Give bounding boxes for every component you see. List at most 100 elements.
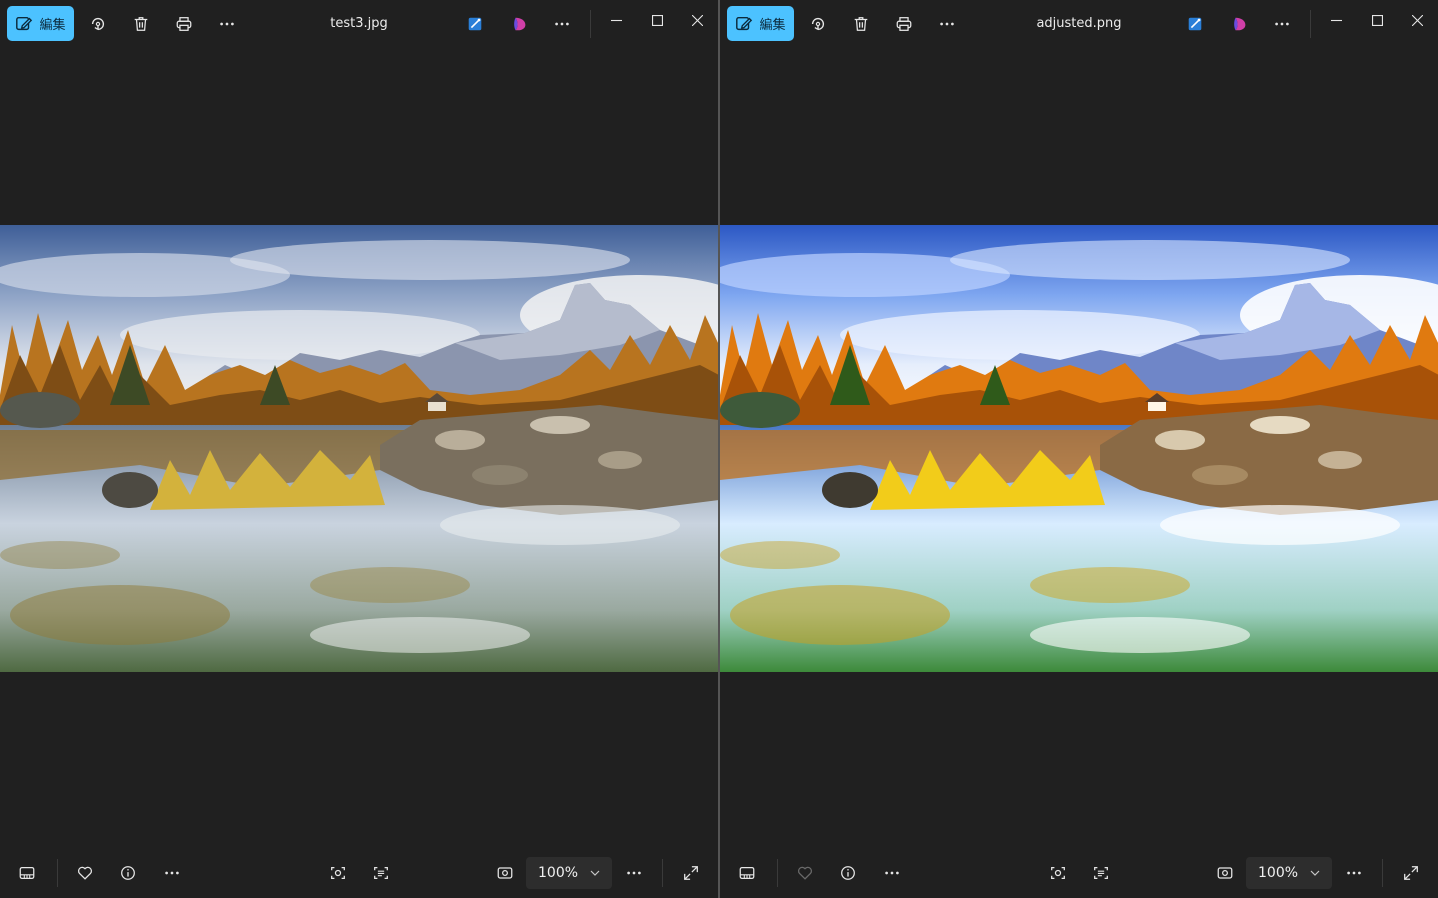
rotate-icon bbox=[811, 17, 825, 31]
chevron-down-icon bbox=[590, 870, 600, 876]
landscape-photo-adjusted bbox=[720, 225, 1438, 672]
extract-text-button[interactable] bbox=[364, 857, 398, 889]
more-icon bbox=[1347, 871, 1361, 875]
favorite-button[interactable] bbox=[68, 857, 102, 889]
visual-search-button[interactable] bbox=[1041, 857, 1075, 889]
print-icon bbox=[896, 17, 912, 31]
more-icon bbox=[1275, 22, 1289, 26]
bottom-more-button[interactable] bbox=[875, 857, 909, 889]
more-icon bbox=[165, 871, 179, 875]
window-title: test3.jpg bbox=[330, 16, 388, 31]
copilot-button[interactable] bbox=[503, 8, 537, 40]
close-icon bbox=[1411, 14, 1423, 26]
filmstrip-icon bbox=[739, 866, 755, 880]
zoom-value: 100% bbox=[538, 865, 579, 881]
fullscreen-button[interactable] bbox=[1394, 857, 1428, 889]
filmstrip-icon bbox=[19, 866, 35, 880]
print-icon bbox=[176, 17, 192, 31]
actual-size-button[interactable] bbox=[488, 857, 522, 889]
delete-button[interactable] bbox=[844, 8, 878, 40]
rotate-icon bbox=[91, 17, 105, 31]
zoom-dropdown[interactable]: 100% bbox=[526, 857, 612, 889]
edit-label: 編集 bbox=[759, 18, 786, 33]
top-toolbar: 編集 adjusted.png bbox=[720, 0, 1438, 48]
enhance-button[interactable] bbox=[458, 8, 492, 40]
bottom-toolbar: 100% bbox=[720, 849, 1438, 898]
toolbar-divider bbox=[1310, 10, 1311, 38]
minimize-button[interactable] bbox=[596, 6, 636, 34]
rotate-button[interactable] bbox=[801, 8, 835, 40]
info-button[interactable] bbox=[111, 857, 145, 889]
copilot-icon bbox=[514, 17, 526, 31]
zoom-value: 100% bbox=[1258, 865, 1299, 881]
more-options-button-2[interactable] bbox=[1265, 8, 1299, 40]
copilot-button[interactable] bbox=[1223, 8, 1257, 40]
bottom-divider bbox=[57, 859, 58, 887]
filmstrip-button[interactable] bbox=[730, 857, 764, 889]
enhance-icon bbox=[468, 17, 482, 31]
minimize-button[interactable] bbox=[1316, 6, 1356, 34]
more-options-button[interactable] bbox=[210, 8, 244, 40]
heart-icon bbox=[77, 866, 93, 880]
more-icon bbox=[627, 871, 641, 875]
edit-icon bbox=[16, 16, 33, 30]
maximize-icon bbox=[651, 14, 663, 26]
delete-icon bbox=[854, 17, 868, 31]
actual-size-button[interactable] bbox=[1208, 857, 1242, 889]
maximize-button[interactable] bbox=[637, 6, 677, 34]
chevron-down-icon bbox=[1310, 870, 1320, 876]
actual-size-icon bbox=[1217, 867, 1233, 879]
info-icon bbox=[121, 866, 135, 880]
photo-canvas[interactable] bbox=[720, 225, 1438, 672]
close-icon bbox=[691, 14, 703, 26]
extract-text-icon bbox=[374, 866, 388, 880]
bottom-divider bbox=[1382, 859, 1383, 887]
fullscreen-button[interactable] bbox=[674, 857, 708, 889]
edit-button[interactable]: 編集 bbox=[7, 6, 74, 41]
more-icon bbox=[220, 22, 234, 26]
more-icon bbox=[885, 871, 899, 875]
actual-size-icon bbox=[497, 867, 513, 879]
edit-label: 編集 bbox=[39, 18, 66, 33]
bottom-divider bbox=[662, 859, 663, 887]
info-icon bbox=[841, 866, 855, 880]
more-options-button[interactable] bbox=[930, 8, 964, 40]
maximize-button[interactable] bbox=[1357, 6, 1397, 34]
delete-button[interactable] bbox=[124, 8, 158, 40]
extract-text-button[interactable] bbox=[1084, 857, 1118, 889]
filmstrip-button[interactable] bbox=[10, 857, 44, 889]
extract-text-icon bbox=[1094, 866, 1108, 880]
photo-viewer-window-left: 編集 test3.jpg 100% bbox=[0, 0, 719, 898]
bottom-more-button[interactable] bbox=[155, 857, 189, 889]
visual-search-button[interactable] bbox=[321, 857, 355, 889]
enhance-button[interactable] bbox=[1178, 8, 1212, 40]
rotate-button[interactable] bbox=[81, 8, 115, 40]
zoom-more-button[interactable] bbox=[1337, 857, 1371, 889]
print-button[interactable] bbox=[167, 8, 201, 40]
print-button[interactable] bbox=[887, 8, 921, 40]
photo-viewer-window-right: 編集 adjusted.png 100% bbox=[719, 0, 1438, 898]
zoom-dropdown[interactable]: 100% bbox=[1246, 857, 1332, 889]
landscape-photo bbox=[0, 225, 718, 672]
zoom-more-button[interactable] bbox=[617, 857, 651, 889]
more-options-button-2[interactable] bbox=[545, 8, 579, 40]
bottom-divider bbox=[777, 859, 778, 887]
more-icon bbox=[940, 22, 954, 26]
enhance-icon bbox=[1188, 17, 1202, 31]
visual-search-icon bbox=[331, 866, 345, 880]
toolbar-divider bbox=[590, 10, 591, 38]
favorite-button-disabled bbox=[788, 857, 822, 889]
close-button[interactable] bbox=[677, 6, 717, 34]
window-title: adjusted.png bbox=[1036, 16, 1122, 31]
fullscreen-icon bbox=[1404, 866, 1418, 880]
close-button[interactable] bbox=[1397, 6, 1437, 34]
minimize-icon bbox=[610, 19, 622, 21]
delete-icon bbox=[134, 17, 148, 31]
bottom-toolbar: 100% bbox=[0, 849, 718, 898]
minimize-icon bbox=[1330, 19, 1342, 21]
info-button[interactable] bbox=[831, 857, 865, 889]
copilot-icon bbox=[1234, 17, 1246, 31]
heart-icon bbox=[797, 866, 813, 880]
photo-canvas[interactable] bbox=[0, 225, 718, 672]
edit-button[interactable]: 編集 bbox=[727, 6, 794, 41]
